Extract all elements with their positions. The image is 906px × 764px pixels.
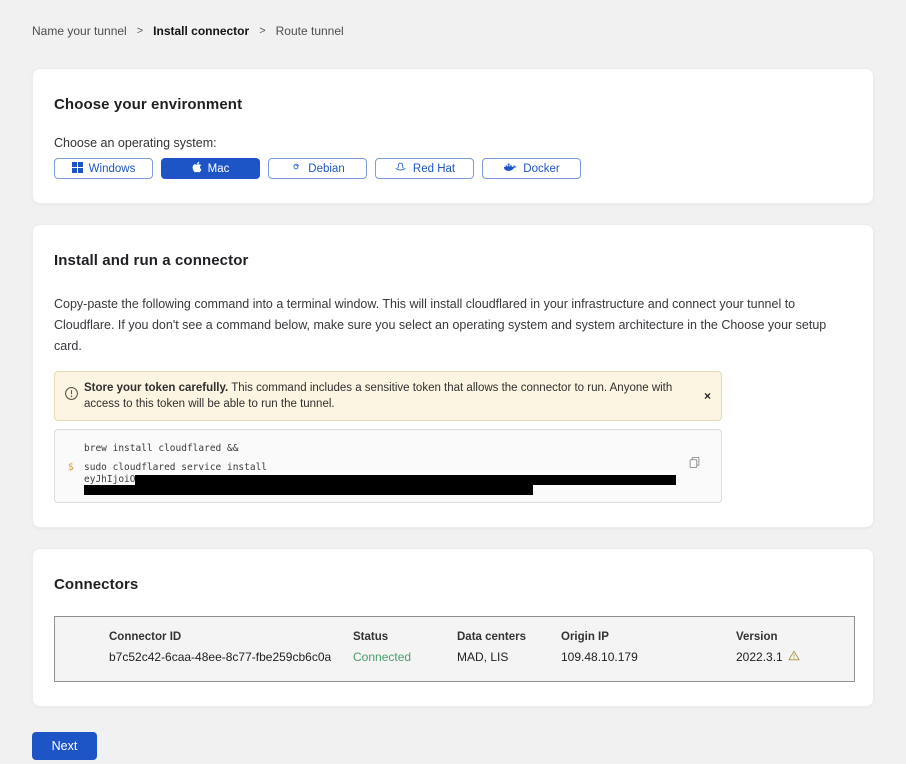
- choose-environment-card: Choose your environment Choose an operat…: [32, 68, 874, 204]
- os-button-mac[interactable]: Mac: [161, 158, 260, 179]
- breadcrumb-separator: >: [259, 25, 265, 37]
- connectors-table: Connector ID Status Data centers Origin …: [54, 616, 855, 682]
- install-connector-title: Install and run a connector: [54, 252, 852, 269]
- os-button-label: Debian: [308, 163, 344, 175]
- close-icon[interactable]: ×: [704, 390, 711, 402]
- windows-logo-icon: [72, 162, 83, 176]
- install-command-codeblock: brew install cloudflared && $ sudo cloud…: [54, 429, 722, 503]
- os-button-label: Mac: [208, 163, 230, 175]
- os-button-docker[interactable]: Docker: [482, 158, 581, 179]
- breadcrumb-step-route-tunnel[interactable]: Route tunnel: [276, 24, 344, 38]
- breadcrumb-step-name-your-tunnel[interactable]: Name your tunnel: [32, 24, 127, 38]
- breadcrumb-separator: >: [137, 25, 143, 37]
- os-button-debian[interactable]: Debian: [268, 158, 367, 179]
- breadcrumb-step-install-connector[interactable]: Install connector: [153, 24, 249, 38]
- column-header-status: Status: [353, 631, 457, 643]
- os-select-label: Choose an operating system:: [54, 136, 852, 150]
- connectors-title: Connectors: [54, 576, 852, 593]
- install-description: Copy-paste the following command into a …: [54, 294, 852, 357]
- os-button-redhat[interactable]: Red Hat: [375, 158, 474, 179]
- connectors-table-header: Connector ID Status Data centers Origin …: [109, 631, 854, 643]
- breadcrumb: Name your tunnel > Install connector > R…: [32, 24, 874, 38]
- copy-icon[interactable]: [688, 456, 701, 469]
- warning-triangle-icon: [788, 650, 800, 664]
- os-button-group: Windows Mac Debian: [54, 158, 852, 179]
- code-line-brew: brew install cloudflared &&: [84, 442, 721, 455]
- table-row: b7c52c42-6caa-48ee-8c77-fbe259cb6c0a Con…: [109, 650, 854, 664]
- apple-logo-icon: [192, 161, 202, 176]
- debian-logo-icon: [290, 161, 302, 176]
- column-header-connector-id: Connector ID: [109, 631, 353, 643]
- next-button[interactable]: Next: [32, 732, 97, 760]
- token-redaction-bar: [135, 475, 676, 485]
- token-warning-text: Store your token carefully. This command…: [84, 380, 677, 412]
- os-button-label: Windows: [89, 163, 136, 175]
- column-header-origin-ip: Origin IP: [561, 631, 736, 643]
- redhat-logo-icon: [394, 161, 407, 176]
- os-button-label: Docker: [523, 163, 559, 175]
- status-badge: Connected: [353, 650, 457, 664]
- column-header-data-centers: Data centers: [457, 631, 561, 643]
- code-line-service-install: sudo cloudflared service install: [84, 461, 721, 474]
- token-warning-banner: Store your token carefully. This command…: [54, 371, 722, 421]
- token-warning-bold: Store your token carefully.: [84, 382, 228, 394]
- os-button-windows[interactable]: Windows: [54, 158, 153, 179]
- tunnel-setup-page: Name your tunnel > Install connector > R…: [0, 24, 906, 760]
- docker-logo-icon: [503, 162, 517, 176]
- choose-environment-title: Choose your environment: [54, 96, 852, 113]
- token-line: eyJhIjoiO: [84, 475, 721, 485]
- shell-prompt: $: [68, 461, 74, 474]
- version-value: 2022.3.1: [736, 650, 854, 664]
- os-button-label: Red Hat: [413, 163, 455, 175]
- token-redaction-bar: [84, 485, 533, 495]
- connector-id-value: b7c52c42-6caa-48ee-8c77-fbe259cb6c0a: [109, 650, 353, 664]
- origin-ip-value: 109.48.10.179: [561, 650, 736, 664]
- token-prefix-text: eyJhIjoiO: [84, 475, 135, 485]
- connectors-card: Connectors Connector ID Status Data cent…: [32, 548, 874, 707]
- column-header-version: Version: [736, 631, 854, 643]
- data-centers-value: MAD, LIS: [457, 650, 561, 664]
- alert-circle-icon: [64, 386, 79, 406]
- install-connector-card: Install and run a connector Copy-paste t…: [32, 224, 874, 528]
